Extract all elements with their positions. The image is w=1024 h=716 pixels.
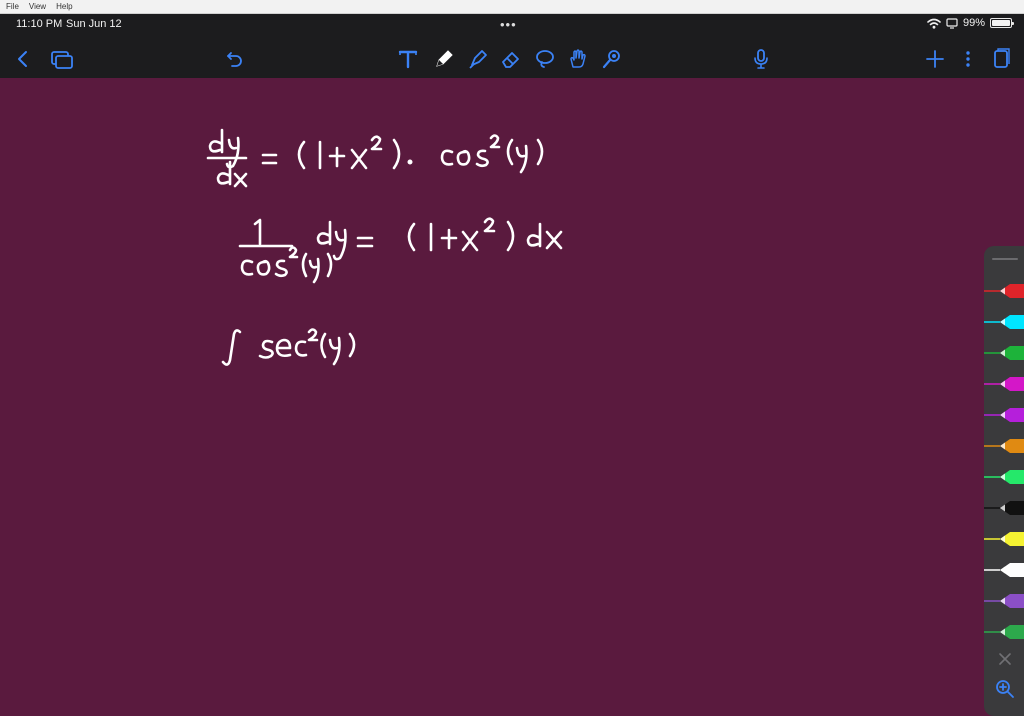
screen-mirroring-icon (946, 17, 958, 29)
text-tool-icon[interactable] (395, 46, 421, 72)
pen-black[interactable] (984, 496, 1024, 520)
pen-red[interactable] (984, 279, 1024, 303)
page-view-icon[interactable] (988, 46, 1014, 72)
microphone-icon[interactable] (748, 46, 774, 72)
more-icon[interactable] (955, 46, 981, 72)
equation-line-3 (221, 328, 356, 366)
menu-file[interactable]: File (6, 2, 19, 11)
back-icon[interactable] (10, 46, 36, 72)
battery-icon (990, 18, 1014, 28)
highlighter-tool-icon[interactable] (465, 46, 491, 72)
note-toolbar (0, 42, 1024, 76)
equation-line-2 (238, 217, 563, 284)
status-indicators: 99% (927, 17, 1014, 29)
pen-green[interactable] (984, 341, 1024, 365)
handwriting-ink (206, 128, 563, 366)
multitasking-dots-icon[interactable]: ••• (500, 17, 517, 32)
pen-orange[interactable] (984, 434, 1024, 458)
status-time: 11:10 PM (16, 18, 63, 30)
pen-palette (984, 246, 1024, 716)
pen-cyan[interactable] (984, 310, 1024, 334)
eraser-tool-icon[interactable] (498, 46, 524, 72)
undo-icon[interactable] (222, 46, 248, 72)
note-canvas[interactable] (0, 78, 1024, 716)
close-icon[interactable] (992, 648, 1018, 670)
pen-violet[interactable] (984, 589, 1024, 613)
menu-help[interactable]: Help (56, 2, 72, 11)
lasso-tool-icon[interactable] (532, 46, 558, 72)
pen-tool-icon[interactable] (431, 46, 457, 72)
add-icon[interactable] (922, 46, 948, 72)
ipad-top-bar: 11:10 PM Sun Jun 12 ••• 99% (0, 14, 1024, 78)
palette-grab-handle[interactable] (992, 258, 1018, 260)
status-bar: 11:10 PM Sun Jun 12 ••• 99% (0, 14, 1024, 36)
battery-percent: 99% (962, 17, 985, 29)
wifi-icon (927, 18, 941, 29)
pen-white[interactable] (984, 558, 1024, 582)
battery-fill (992, 20, 1010, 26)
pages-icon[interactable] (48, 46, 76, 72)
equation-line-1 (206, 128, 544, 188)
pen-magenta[interactable] (984, 372, 1024, 396)
pen-yellow[interactable] (984, 527, 1024, 551)
status-date: Sun Jun 12 (66, 18, 122, 30)
hand-tool-icon[interactable] (565, 46, 591, 72)
pen-purple[interactable] (984, 403, 1024, 427)
menu-view[interactable]: View (29, 2, 46, 11)
laser-tool-icon[interactable] (599, 46, 625, 72)
zoom-icon[interactable] (992, 678, 1018, 700)
pen-light-green[interactable] (984, 465, 1024, 489)
app-menubar: File View Help (0, 0, 1024, 14)
pen-dark-green[interactable] (984, 620, 1024, 644)
